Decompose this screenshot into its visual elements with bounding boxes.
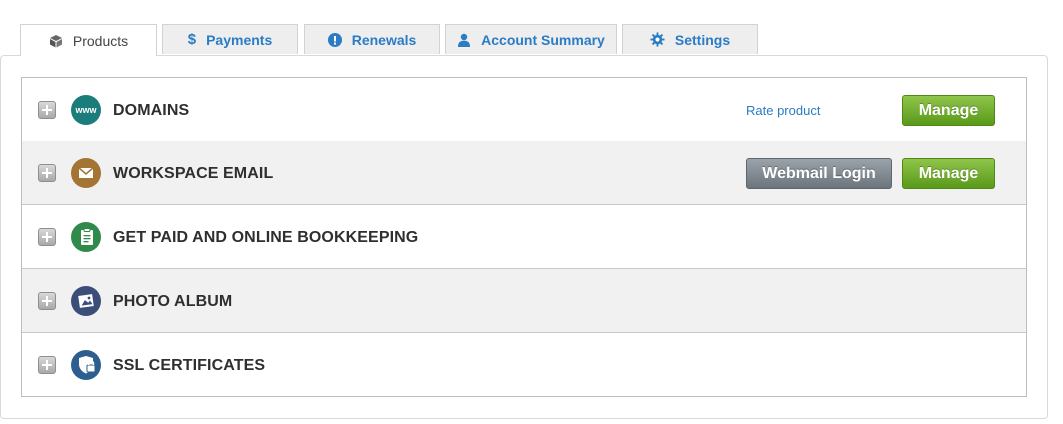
product-row-bookkeeping: GET PAID AND ONLINE BOOKKEEPING [22,205,1026,269]
expand-icon[interactable] [38,356,56,374]
product-name: PHOTO ALBUM [113,293,233,310]
tab-settings[interactable]: Settings [622,24,758,54]
product-row-domains: www DOMAINS Rate product Manage [22,78,1026,142]
webmail-login-button[interactable]: Webmail Login [746,158,892,189]
tab-label: Settings [674,31,731,48]
photo-icon [71,286,101,316]
tab-label: Products [72,32,129,49]
tab-label: Payments [206,31,273,48]
product-row-ssl-certificates: SSL CERTIFICATES [22,333,1026,397]
tab-products[interactable]: Products [20,24,157,56]
rate-product-link[interactable]: Rate product [746,103,820,118]
product-name: SSL CERTIFICATES [113,357,266,374]
tab-account-summary[interactable]: Account Summary [445,24,617,54]
user-icon [457,33,471,47]
product-row-photo-album: PHOTO ALBUM [22,269,1026,333]
tab-renewals[interactable]: Renewals [304,24,440,54]
expand-icon[interactable] [38,164,56,182]
box-icon [49,34,63,48]
www-globe-icon: www [71,95,101,125]
gear-icon [650,32,665,47]
svg-text:www: www [74,105,97,115]
ssl-lock-icon [71,350,101,380]
tab-label: Account Summary [481,31,605,48]
manage-button[interactable]: Manage [902,158,995,189]
tab-label: Renewals [351,31,417,48]
alert-icon [327,32,342,47]
manage-button[interactable]: Manage [902,95,995,126]
product-row-workspace-email: WORKSPACE EMAIL Webmail Login Manage [22,141,1026,205]
expand-icon[interactable] [38,228,56,246]
expand-icon[interactable] [38,292,56,310]
expand-icon[interactable] [38,101,56,119]
product-name: GET PAID AND ONLINE BOOKKEEPING [113,229,419,246]
dollar-icon: $ [187,31,197,48]
tab-payments[interactable]: $ Payments [162,24,298,54]
product-name: WORKSPACE EMAIL [113,165,274,182]
product-name: DOMAINS [113,102,190,119]
envelope-icon [71,158,101,188]
product-list: www DOMAINS Rate product Manage WORKSPAC… [21,77,1027,397]
clipboard-icon [71,222,101,252]
